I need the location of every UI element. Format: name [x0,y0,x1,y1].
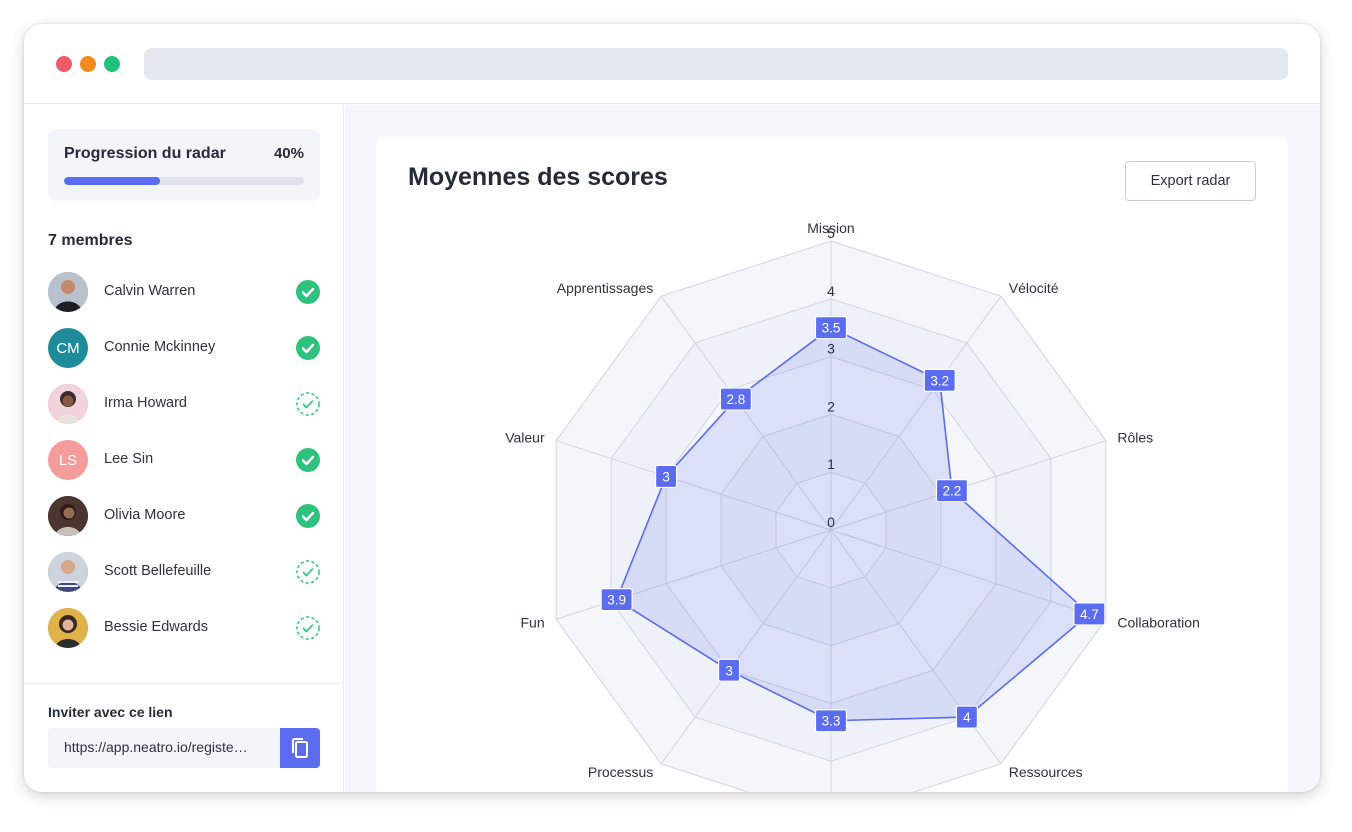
member-name: Connie Mckinney [104,339,216,355]
radar-value-label: 4 [963,710,971,725]
avatar [48,552,88,592]
member-name: Lee Sin [104,451,154,467]
radar-axis-label: Fun [521,614,545,630]
scores-card: 0 1 2 3 4 5 Mission Vélocité Rôles Collaboration R… [376,137,1288,792]
avatar [48,384,88,424]
pending-check-icon [296,392,320,416]
member-item[interactable]: CM Connie Mckinney [48,328,320,368]
invite-title: Inviter avec ce lien [48,704,173,720]
radar-tick-label: 4 [827,283,835,299]
radar-axis-label: Mission [807,220,854,236]
member-item[interactable]: Calvin Warren [48,272,320,312]
copy-icon [292,738,308,758]
member-name: Olivia Moore [104,507,186,523]
sidebar-divider [24,683,344,684]
address-bar[interactable] [144,48,1288,80]
member-item[interactable]: Irma Howard [48,384,320,424]
radar-value-label: 3 [725,663,733,678]
radar-axis-label: Ressources [1009,764,1083,780]
radar-value-label: 2.8 [726,392,745,407]
radar-axis-label: Apprentissages [557,280,654,296]
export-radar-button[interactable]: Export radar [1125,161,1256,201]
check-circle-icon [296,504,320,528]
avatar-initials: LS [58,451,78,469]
member-item[interactable]: LS Lee Sin [48,440,320,480]
member-name: Irma Howard [104,395,187,411]
member-name: Calvin Warren [104,283,196,299]
pending-check-icon [296,560,320,584]
radar-axis-label: Rôles [1117,430,1153,446]
radar-value-label: 4.7 [1080,607,1099,622]
avatar: CM [48,328,88,368]
member-name: Scott Bellefeuille [104,563,212,579]
person-icon [48,496,88,536]
radar-tick-label: 3 [827,341,835,357]
radar-value-label: 3.5 [822,321,841,336]
page-title: Moyennes des scores [408,163,668,191]
progress-bar-fill [64,177,160,185]
radar-axis-label: Collaboration [1117,614,1200,630]
radar-value-label: 3 [662,469,670,484]
close-window-dot[interactable] [56,56,72,72]
sidebar: Progression du radar 40% 7 membres Calvi… [24,105,344,792]
progress-title: Progression du radar [64,145,226,162]
member-name: Bessie Edwards [104,619,208,635]
minimize-window-dot[interactable] [80,56,96,72]
avatar [48,496,88,536]
maximize-window-dot[interactable] [104,56,120,72]
progress-percent: 40% [273,145,304,162]
check-circle-icon [296,448,320,472]
progress-bar [64,177,304,185]
app-window: Progression du radar 40% 7 membres Calvi… [24,24,1320,792]
main-content: 0 1 2 3 4 5 Mission Vélocité Rôles Collaboration R… [345,105,1320,792]
title-bar [24,24,1320,104]
radar-axis-label: Valeur [505,430,545,446]
avatar-initials: CM [56,339,80,357]
radar-value-label: 3.3 [822,714,841,729]
avatar [48,272,88,312]
radar-tick-label: 1 [827,456,835,472]
avatar: LS [48,440,88,480]
avatar [48,608,88,648]
check-circle-icon [296,336,320,360]
invite-link-field[interactable]: https://app.neatro.io/registe… [48,728,280,768]
radar-progress-card: Progression du radar 40% [48,129,320,201]
pending-check-icon [296,616,320,640]
person-icon [48,272,88,312]
radar-value-label: 3.2 [930,373,949,388]
check-circle-icon [296,280,320,304]
radar-axis-label: Processus [588,764,653,780]
members-title: 7 membres [48,232,133,249]
member-item[interactable]: Olivia Moore [48,496,320,536]
radar-axis-label: Vélocité [1009,280,1059,296]
member-item[interactable]: Bessie Edwards [48,608,320,648]
radar-value-label: 3.9 [607,593,626,608]
radar-chart: 012345MissionVélocitéRôlesCollaborationR… [505,220,1200,792]
person-icon [48,608,88,648]
radar-tick-label: 0 [827,514,835,530]
person-icon [48,384,88,424]
radar-value-label: 2.2 [943,484,962,499]
copy-link-button[interactable] [280,728,320,768]
member-item[interactable]: Scott Bellefeuille [48,552,320,592]
person-icon [48,552,88,592]
radar-tick-label: 2 [827,398,835,414]
